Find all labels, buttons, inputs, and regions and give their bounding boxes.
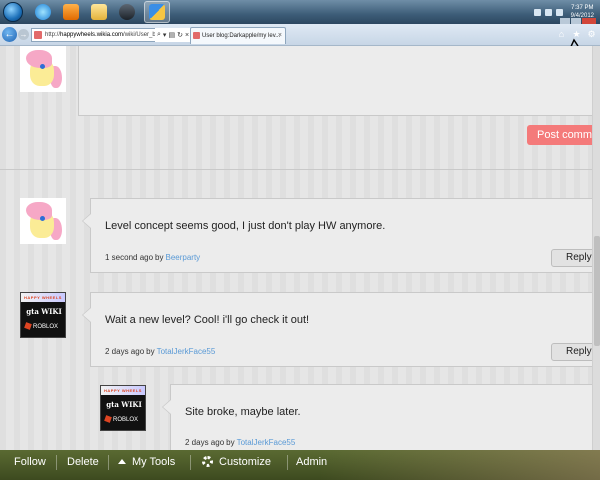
avatar-title: gta WIKI — [106, 400, 142, 409]
flag-icon[interactable] — [533, 8, 541, 16]
comment-username-link[interactable]: Beerparty — [166, 253, 201, 262]
address-tools: ⌕ ▾ ▤ ↻ × — [155, 28, 192, 42]
steam-taskbar-button[interactable] — [114, 1, 140, 23]
comment: Level concept seems good, I just don't p… — [82, 198, 600, 273]
customize-button[interactable]: Customize — [196, 450, 277, 480]
scrollbar-thumb[interactable] — [594, 236, 600, 346]
comment-time: 2 days ago — [185, 438, 225, 447]
tab-title: User blog:Darkapple/my lev... — [202, 33, 281, 39]
tab-favicon — [193, 32, 200, 39]
refresh-icon[interactable]: ↻ — [177, 31, 183, 39]
clock-time: 7:37 PM — [571, 5, 594, 11]
comment-time: 2 days ago — [105, 347, 145, 356]
address-prefix: http:// — [45, 32, 61, 38]
divider — [0, 169, 600, 170]
comment-input-box[interactable] — [78, 46, 600, 116]
tab-close-icon[interactable]: × — [278, 28, 282, 44]
comment-username-link[interactable]: TotalJerkFace55 — [237, 438, 296, 447]
my-tools-button[interactable]: My Tools — [112, 450, 181, 480]
comment-meta: 1 second ago by Beerparty — [105, 253, 200, 262]
avatar[interactable]: HAPPY WHEELS gta WIKI ROBLOX — [100, 385, 146, 431]
comment-text: Site broke, maybe later. — [185, 406, 301, 418]
site-favicon — [34, 31, 42, 39]
search-icon[interactable]: ⌕ — [157, 31, 161, 39]
file-explorer-taskbar-button[interactable] — [86, 1, 112, 23]
comment-by: by — [155, 253, 164, 262]
forward-button[interactable]: → — [18, 29, 29, 40]
page-content: Post comm Level concept seems good, I ju… — [0, 46, 600, 450]
comment-meta: 2 days ago by TotalJerkFace55 — [105, 347, 215, 356]
follow-button[interactable]: Follow — [8, 450, 52, 480]
roblox-icon — [104, 415, 112, 424]
internet-explorer-icon — [35, 4, 51, 20]
comment: Wait a new level? Cool! i'll go check it… — [82, 292, 600, 367]
volume-icon[interactable] — [555, 8, 563, 16]
avatar-logo-text: ROBLOX — [33, 324, 59, 330]
customize-label: Customize — [219, 456, 271, 468]
comment-by: by — [146, 347, 155, 356]
active-window-taskbar-button[interactable] — [144, 1, 170, 23]
comment-time: 1 second ago — [105, 253, 154, 262]
arrow-right-icon: → — [19, 30, 28, 39]
address-path: /wiki/User_b — [123, 32, 156, 38]
media-player-taskbar-button[interactable] — [58, 1, 84, 23]
gear-icon — [202, 455, 213, 467]
avatar-logo: ROBLOX — [24, 322, 63, 331]
dropdown-icon[interactable]: ▾ — [163, 31, 167, 39]
media-player-icon — [63, 4, 79, 20]
post-comment-button[interactable]: Post comm — [527, 125, 600, 145]
avatar-banner: HAPPY WHEELS — [21, 293, 65, 302]
stop-icon[interactable]: × — [185, 32, 189, 39]
avatar[interactable] — [20, 46, 66, 92]
settings-gear-icon[interactable]: ⚙ — [586, 29, 597, 40]
page-scrollbar[interactable] — [592, 46, 600, 450]
browser-tab[interactable]: User blog:Darkapple/my lev... × — [190, 27, 286, 44]
wikia-toolbar: Follow Delete My Tools Customize Admin — [0, 450, 600, 480]
my-tools-label: My Tools — [132, 456, 176, 468]
folder-icon — [91, 4, 107, 20]
steam-icon — [119, 4, 135, 20]
network-icon[interactable] — [544, 8, 552, 16]
avatar-logo-text: ROBLOX — [113, 417, 139, 423]
avatar-title: gta WIKI — [26, 307, 62, 316]
compatibility-icon[interactable]: ▤ — [168, 31, 175, 39]
delete-button[interactable]: Delete — [61, 450, 105, 480]
browser-toolbar: ← → http://happywheels.wikia.com/wiki/Us… — [0, 24, 600, 63]
comment-username-link[interactable]: TotalJerkFace55 — [157, 347, 216, 356]
shield-icon — [149, 4, 165, 20]
comment-by: by — [226, 438, 235, 447]
address-domain: happywheels.wikia.com — [60, 32, 124, 38]
avatar-logo: ROBLOX — [104, 415, 143, 424]
arrow-left-icon: ← — [4, 29, 15, 40]
comment-text: Level concept seems good, I just don't p… — [105, 220, 386, 232]
comment-meta: 2 days ago by TotalJerkFace55 — [185, 438, 295, 447]
start-button[interactable] — [3, 2, 23, 22]
avatar[interactable] — [20, 198, 66, 244]
comment-text: Wait a new level? Cool! i'll go check it… — [105, 314, 310, 326]
caret-up-icon — [118, 458, 126, 464]
comment: Site broke, maybe later. 2 days ago by Tot… — [162, 384, 600, 450]
avatar[interactable]: HAPPY WHEELS gta WIKI ROBLOX — [20, 292, 66, 338]
roblox-icon — [24, 322, 32, 331]
internet-explorer-taskbar-button[interactable] — [30, 1, 56, 23]
windows-taskbar: 7:37 PM 9/4/2012 — [0, 0, 600, 24]
back-button[interactable]: ← — [2, 27, 17, 42]
admin-button[interactable]: Admin — [290, 450, 333, 480]
avatar-banner: HAPPY WHEELS — [101, 386, 145, 395]
